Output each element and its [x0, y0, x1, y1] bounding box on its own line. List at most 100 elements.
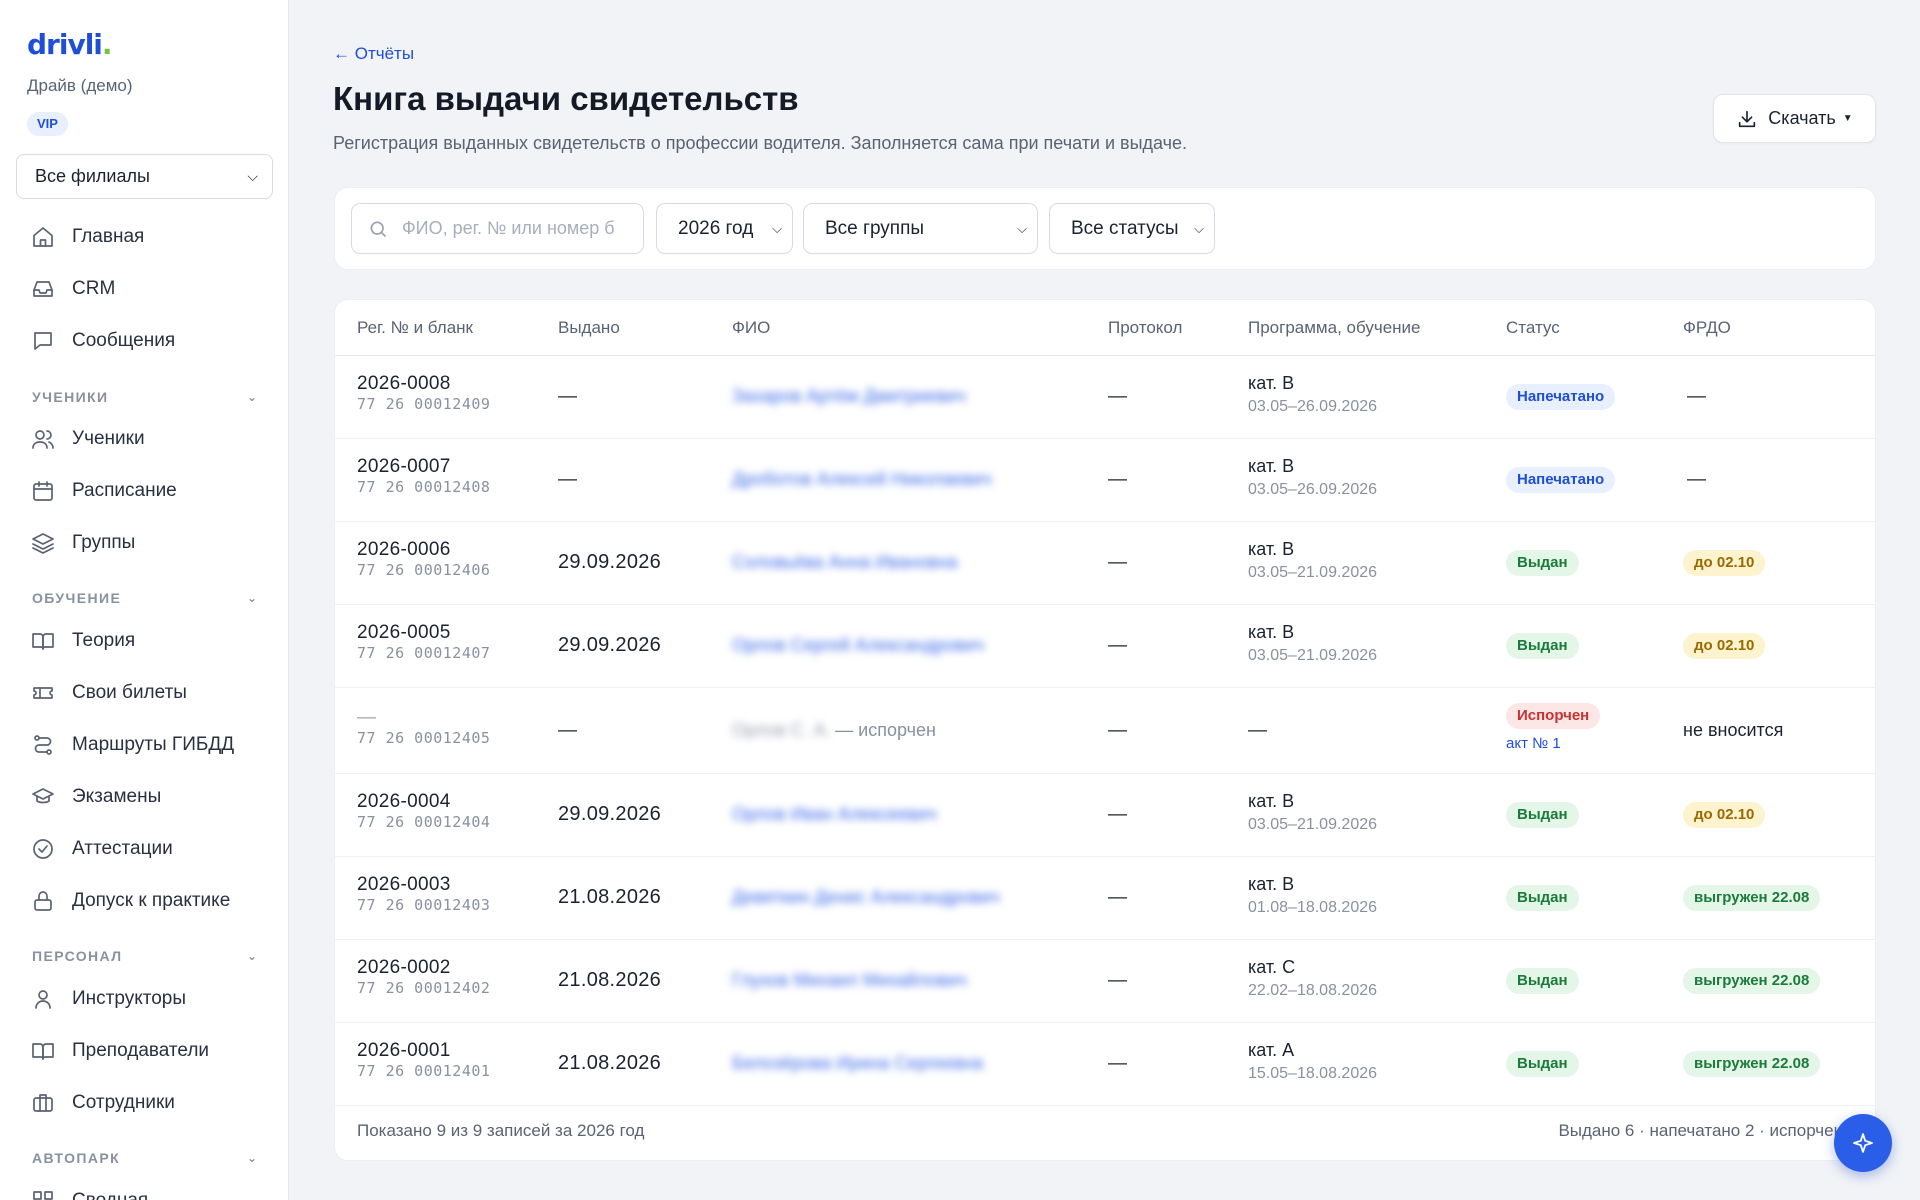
section-label: УЧЕНИКИ — [32, 389, 109, 405]
book-icon — [30, 1038, 56, 1064]
frdo-badge: выгружен 22.08 — [1683, 968, 1821, 994]
sidebar-item-home[interactable]: Главная — [30, 219, 144, 255]
sidebar-item-label: Ученики — [72, 428, 145, 449]
student-name-link[interactable]: Дроботов Алексей Николаевич — [732, 469, 992, 490]
sidebar-item-attestations[interactable]: Аттестации — [30, 831, 173, 867]
section-staff[interactable]: ПЕРСОНАЛ ⌄ — [32, 948, 257, 964]
filters-bar: ФИО, рег. № или номер б 2026 год ⌵ Все г… — [334, 187, 1876, 270]
sidebar: drivli. Драйв (демо) VIP Все филиалы ⌵ Г… — [0, 0, 289, 1200]
search-input[interactable]: ФИО, рег. № или номер б — [351, 203, 644, 254]
book-icon — [30, 628, 56, 654]
message-icon — [30, 328, 56, 354]
column-header[interactable]: Программа, обучение — [1248, 318, 1420, 338]
student-name-link[interactable]: Захаров Артём Дмитриевич — [732, 386, 965, 407]
caret-down-icon: ▼ — [1842, 113, 1853, 124]
sidebar-item-exams[interactable]: Экзамены — [30, 779, 161, 815]
student-name-link[interactable]: Белозёрова Ирина Сергеевна — [732, 1053, 983, 1074]
section-label: ОБУЧЕНИЕ — [32, 590, 122, 606]
student-name-link[interactable]: Орлов Иван Алексеевич — [732, 804, 937, 825]
program-cell: кат. B 01.08–18.08.2026 — [1248, 874, 1377, 917]
reg-cell: 2026-0005 77 26 00012407 — [357, 622, 490, 662]
issued-date: 29.09.2026 — [558, 803, 662, 825]
section-training[interactable]: ОБУЧЕНИЕ ⌄ — [32, 590, 257, 606]
issued-date: — — [558, 386, 577, 407]
status-badge: Выдан — [1506, 885, 1579, 911]
sidebar-item-label: Сводная — [72, 1190, 148, 1200]
sidebar-item-groups[interactable]: Группы — [30, 525, 135, 561]
column-header[interactable]: ФИО — [732, 318, 770, 338]
column-header[interactable]: ФРДО — [1683, 318, 1731, 338]
program-cell: кат. B 03.05–21.09.2026 — [1248, 539, 1377, 582]
table-row[interactable]: 2026-0007 77 26 00012408 — Дроботов Алек… — [335, 439, 1875, 522]
sidebar-item-schedule[interactable]: Расписание — [30, 473, 177, 509]
section-label: ПЕРСОНАЛ — [32, 948, 123, 964]
student-name-link[interactable]: Девяткин Денис Александрович — [732, 887, 1000, 908]
blank-number: 77 26 00012401 — [357, 1062, 491, 1080]
protocol-value: — — [1108, 386, 1127, 407]
section-students[interactable]: УЧЕНИКИ ⌄ — [32, 389, 257, 405]
sidebar-item-practice-access[interactable]: Допуск к практике — [30, 883, 230, 919]
sidebar-item-messages[interactable]: Сообщения — [30, 323, 175, 359]
users-icon — [30, 426, 56, 452]
reg-number: 2026-0001 — [357, 1040, 451, 1061]
chevron-down-icon: ⌄ — [246, 949, 257, 963]
download-icon — [1739, 110, 1756, 127]
home-icon — [30, 224, 56, 250]
table-row[interactable]: 2026-0003 77 26 00012403 21.08.2026 Девя… — [335, 857, 1875, 940]
column-header[interactable]: Выдано — [558, 318, 620, 338]
table-row[interactable]: 2026-0001 77 26 00012401 21.08.2026 Бело… — [335, 1023, 1875, 1106]
year-select[interactable]: 2026 год ⌵ — [656, 203, 793, 254]
assistant-button[interactable] — [1834, 1114, 1892, 1172]
org-name: Драйв (демо) — [27, 76, 133, 95]
sidebar-item-routes[interactable]: Маршруты ГИБДД — [30, 727, 234, 763]
section-fleet[interactable]: АВТОПАРК ⌄ — [32, 1150, 257, 1166]
sidebar-item-tickets[interactable]: Свои билеты — [30, 675, 187, 711]
status-select[interactable]: Все статусы ⌵ — [1049, 203, 1215, 254]
table-row[interactable]: 2026-0005 77 26 00012407 29.09.2026 Орло… — [335, 605, 1875, 688]
table-row[interactable]: — 77 26 00012405 — Орлов С. А. — испорче… — [335, 688, 1875, 774]
student-name-link[interactable]: Соловьёва Анна Ивановна — [732, 552, 957, 573]
back-link[interactable]: ← Отчёты — [333, 44, 414, 64]
search-placeholder: ФИО, рег. № или номер б — [402, 218, 615, 238]
reg-cell: 2026-0008 77 26 00012409 — [357, 373, 490, 413]
logo[interactable]: drivli. — [27, 28, 113, 61]
sidebar-item-instructors[interactable]: Инструкторы — [30, 981, 186, 1017]
sidebar-item-label: Инструкторы — [72, 988, 187, 1009]
frdo-badge: до 02.10 — [1683, 550, 1766, 576]
group-select[interactable]: Все группы ⌵ — [803, 203, 1038, 254]
blank-number: 77 26 00012402 — [357, 979, 491, 997]
frdo-badge: выгружен 22.08 — [1683, 885, 1821, 911]
sidebar-item-teachers[interactable]: Преподаватели — [30, 1033, 209, 1069]
sidebar-item-fleet-summary[interactable]: Сводная — [30, 1183, 148, 1200]
branch-select[interactable]: Все филиалы ⌵ — [16, 154, 273, 199]
status-badge: Выдан — [1506, 968, 1579, 994]
table-row[interactable]: 2026-0002 77 26 00012402 21.08.2026 Глух… — [335, 940, 1875, 1023]
student-name-link[interactable]: Орлов Сергей Александрович — [732, 635, 984, 656]
sidebar-item-label: Группы — [72, 532, 136, 553]
reg-cell: 2026-0002 77 26 00012402 — [357, 957, 490, 997]
act-link[interactable]: акт № 1 — [1506, 735, 1600, 752]
program-cell: кат. B 03.05–21.09.2026 — [1248, 791, 1377, 834]
sidebar-item-theory[interactable]: Теория — [30, 623, 135, 659]
column-header[interactable]: Рег. № и бланк — [357, 318, 473, 338]
student-name-link[interactable]: Глухов Михаил Михайлович — [732, 970, 967, 991]
briefcase-icon — [30, 1090, 56, 1116]
status-cell: Испорчен акт № 1 — [1506, 703, 1601, 752]
sidebar-item-students[interactable]: Ученики — [30, 421, 145, 457]
table-row[interactable]: 2026-0004 77 26 00012404 29.09.2026 Орло… — [335, 774, 1875, 857]
issued-date: 21.08.2026 — [558, 969, 662, 991]
program-category: кат. A — [1248, 1040, 1295, 1060]
status-select-value: Все статусы — [1071, 217, 1179, 239]
table-row[interactable]: 2026-0008 77 26 00012409 — Захаров Артём… — [335, 356, 1875, 439]
program-cell: кат. B 03.05–21.09.2026 — [1248, 622, 1377, 665]
column-header[interactable]: Статус — [1506, 318, 1560, 338]
chevron-down-icon: ⌵ — [1017, 220, 1027, 236]
column-header[interactable]: Протокол — [1108, 318, 1182, 338]
sidebar-item-crm[interactable]: CRM — [30, 271, 115, 307]
download-button[interactable]: Скачать ▼ — [1713, 94, 1876, 143]
table-row[interactable]: 2026-0006 77 26 00012406 29.09.2026 Соло… — [335, 522, 1875, 605]
sparkle-icon — [1853, 1133, 1873, 1153]
sidebar-item-employees[interactable]: Сотрудники — [30, 1085, 175, 1121]
program-period: 03.05–26.09.2026 — [1248, 481, 1378, 498]
program-category: кат. C — [1248, 957, 1296, 977]
